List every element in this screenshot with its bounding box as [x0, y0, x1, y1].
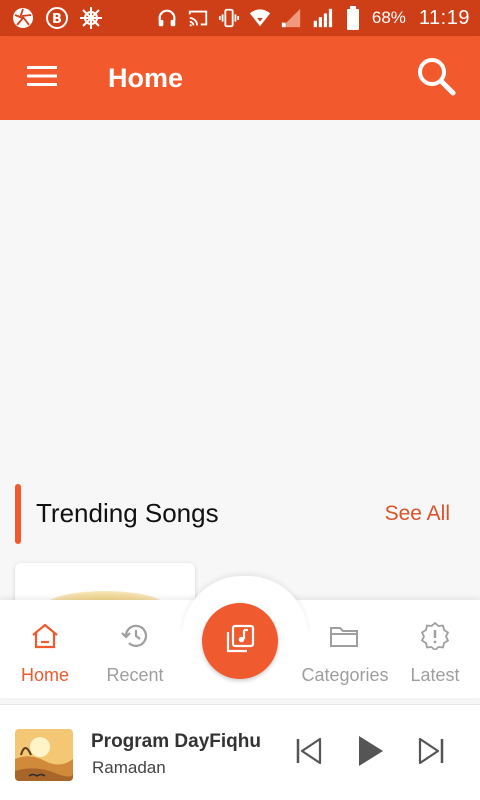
- folder-icon: [329, 622, 361, 655]
- skip-next-icon: [416, 736, 446, 771]
- status-bar: B 68% 11:19: [0, 0, 480, 36]
- hamburger-menu-icon: [27, 64, 57, 93]
- battery-icon: [341, 6, 365, 30]
- clock: 11:19: [418, 6, 470, 29]
- nav-item-categories[interactable]: Categories: [300, 622, 390, 685]
- nav-label-categories: Categories: [301, 665, 389, 685]
- main-content: Trending Songs See All: [0, 120, 480, 600]
- skip-previous-icon: [294, 736, 324, 771]
- song-card-artwork: [45, 591, 165, 600]
- nav-label-recent: Recent: [106, 665, 164, 685]
- app-bar: Home: [0, 36, 480, 120]
- alert-badge-icon: [420, 622, 450, 655]
- section-accent-bar: [15, 484, 21, 544]
- search-button[interactable]: [408, 50, 464, 106]
- album-art-thumbnail: [15, 729, 73, 781]
- mini-player[interactable]: Program DayFiqhu Ramadan: [0, 704, 480, 800]
- previous-button[interactable]: [289, 733, 329, 773]
- next-button[interactable]: [411, 733, 451, 773]
- headphones-icon: [155, 6, 179, 30]
- track-title: Program DayFiqhu: [91, 731, 261, 752]
- page-title: Home: [108, 62, 184, 93]
- bitcoin-icon: B: [44, 5, 70, 31]
- cast-icon: [186, 6, 210, 30]
- nav-label-latest: Latest: [410, 665, 460, 685]
- vibrate-icon: [217, 6, 241, 30]
- home-icon: [30, 622, 60, 655]
- nav-item-recent[interactable]: Recent: [90, 622, 180, 685]
- song-card[interactable]: [15, 563, 195, 600]
- nav-item-home[interactable]: Home: [0, 622, 90, 685]
- signal-strong-icon: [310, 6, 334, 30]
- music-library-icon: [224, 623, 256, 660]
- history-icon: [120, 622, 150, 655]
- play-icon: [355, 735, 385, 772]
- section-title: Trending Songs: [36, 498, 219, 528]
- music-library-button[interactable]: [202, 603, 278, 679]
- trending-songs-header: Trending Songs See All: [0, 482, 480, 546]
- camera-aperture-icon: [10, 5, 36, 31]
- see-all-link[interactable]: See All: [385, 502, 450, 526]
- menu-button[interactable]: [14, 50, 70, 106]
- search-icon: [416, 56, 456, 101]
- battery-percent: 68%: [371, 8, 406, 27]
- nav-label-home: Home: [20, 665, 69, 685]
- svg-text:B: B: [52, 12, 62, 27]
- bottom-navigation: Home Recent Categories Latest: [0, 576, 480, 698]
- track-subtitle: Ramadan: [92, 758, 166, 777]
- snowflake-icon: [78, 5, 104, 31]
- nav-item-latest[interactable]: Latest: [390, 622, 480, 685]
- play-button[interactable]: [350, 733, 390, 773]
- wifi-icon: [248, 6, 272, 30]
- signal-weak-icon: [279, 6, 303, 30]
